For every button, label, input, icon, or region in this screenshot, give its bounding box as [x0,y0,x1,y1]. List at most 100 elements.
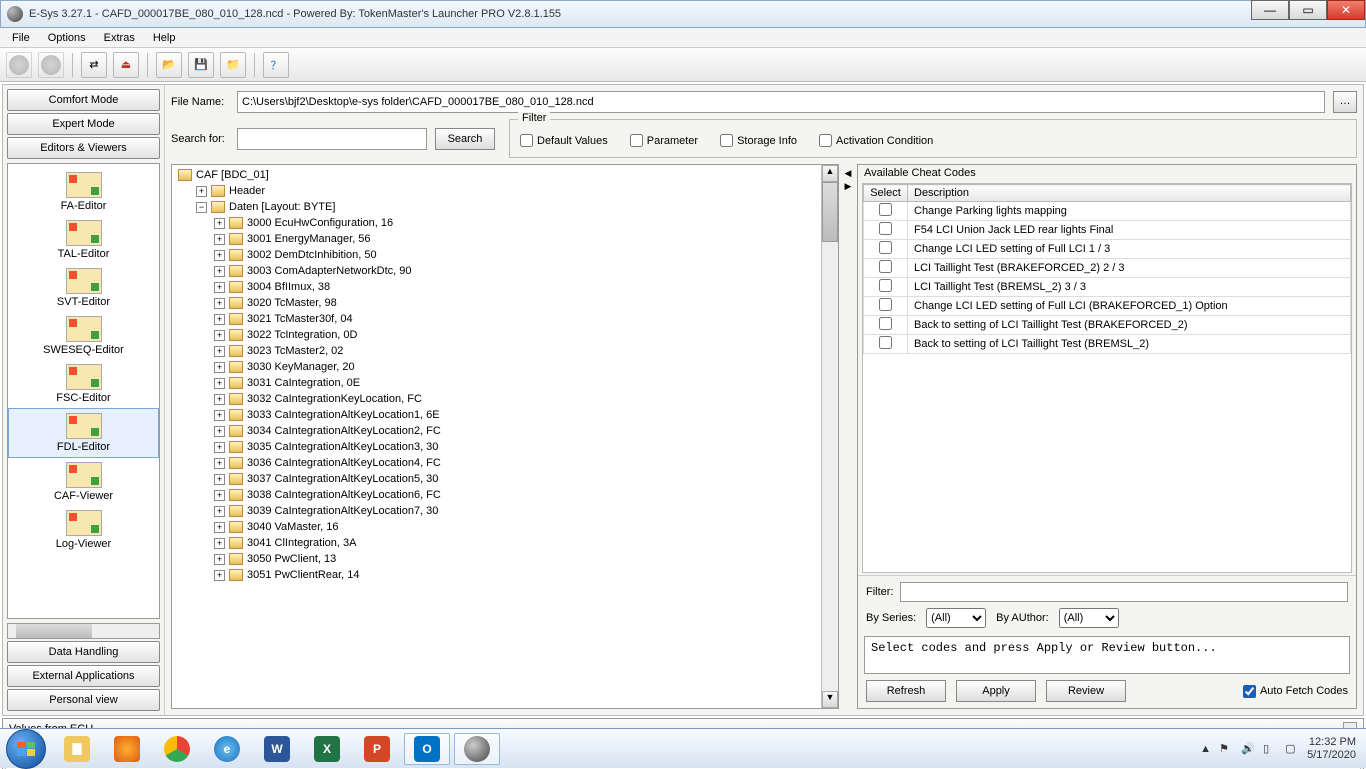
editor-item-fdl-editor[interactable]: FDL-Editor [8,408,159,458]
connect-button[interactable]: ⇄ [81,52,107,78]
review-button[interactable]: Review [1046,680,1126,702]
open-button[interactable]: 📂 [156,52,182,78]
expand-icon[interactable]: + [214,218,225,229]
expand-icon[interactable]: + [214,474,225,485]
start-button[interactable] [6,729,46,769]
expand-icon[interactable]: + [214,570,225,581]
expand-icon[interactable]: + [214,314,225,325]
expand-icon[interactable]: + [214,538,225,549]
editor-item-sweseq-editor[interactable]: SWESEQ-Editor [8,312,159,360]
expand-icon[interactable]: + [214,234,225,245]
expand-icon[interactable]: + [214,426,225,437]
cheat-row[interactable]: LCI Taillight Test (BREMSL_2) 3 / 3 [864,278,1351,297]
cheat-row[interactable]: F54 LCI Union Jack LED rear lights Final [864,221,1351,240]
tree-node[interactable]: +3037 CaIntegrationAltKeyLocation5, 30 [214,471,819,487]
tree-node[interactable]: +3033 CaIntegrationAltKeyLocation1, 6E [214,407,819,423]
tree-node[interactable]: +3020 TcMaster, 98 [214,295,819,311]
tree-node[interactable]: +3041 ClIntegration, 3A [214,535,819,551]
taskbar-excel[interactable]: X [304,733,350,765]
expand-icon[interactable]: + [214,506,225,517]
expert-mode-button[interactable]: Expert Mode [7,113,160,135]
search-input[interactable] [237,128,427,150]
editor-item-fa-editor[interactable]: FA-Editor [8,168,159,216]
filter-default[interactable]: Default Values [520,134,608,147]
tray-wifi-icon[interactable]: ▯ [1263,742,1277,756]
browse-button[interactable]: … [1333,91,1357,113]
personal-view-button[interactable]: Personal view [7,689,160,711]
expand-icon[interactable]: + [214,282,225,293]
cheat-checkbox[interactable] [879,317,892,330]
expand-icon[interactable]: + [214,250,225,261]
cheat-checkbox[interactable] [879,298,892,311]
cheat-row[interactable]: Change Parking lights mapping [864,202,1351,221]
tree-node[interactable]: +3034 CaIntegrationAltKeyLocation2, FC [214,423,819,439]
cheat-checkbox[interactable] [879,260,892,273]
taskbar-esys[interactable] [454,733,500,765]
open2-button[interactable]: 📁 [220,52,246,78]
expand-icon[interactable]: + [214,490,225,501]
taskbar-chrome[interactable] [154,733,200,765]
expand-icon[interactable]: + [214,298,225,309]
minimize-button[interactable]: — [1251,0,1289,20]
tree-node[interactable]: +3040 VaMaster, 16 [214,519,819,535]
nav-forward-button[interactable] [38,52,64,78]
maximize-button[interactable]: ▭ [1289,0,1327,20]
expand-icon[interactable]: + [214,346,225,357]
data-handling-button[interactable]: Data Handling [7,641,160,663]
auto-fetch-checkbox[interactable]: Auto Fetch Codes [1243,685,1348,698]
save-button[interactable]: 💾 [188,52,214,78]
cheat-checkbox[interactable] [879,336,892,349]
taskbar-outlook[interactable]: O [404,733,450,765]
tree-node[interactable]: +3051 PwClientRear, 14 [214,567,819,583]
external-apps-button[interactable]: External Applications [7,665,160,687]
cheat-row[interactable]: Change LCI LED setting of Full LCI 1 / 3 [864,240,1351,259]
filter-activation[interactable]: Activation Condition [819,134,933,147]
expand-icon[interactable]: + [214,554,225,565]
cheat-checkbox[interactable] [879,279,892,292]
editor-item-log-viewer[interactable]: Log-Viewer [8,506,159,554]
expand-icon[interactable]: + [214,394,225,405]
expand-icon[interactable]: + [214,458,225,469]
tree-node[interactable]: +3022 TcIntegration, 0D [214,327,819,343]
close-button[interactable]: ✕ [1327,0,1365,20]
expand-icon[interactable]: + [214,266,225,277]
search-button[interactable]: Search [435,128,495,150]
tree-node[interactable]: +3032 CaIntegrationKeyLocation, FC [214,391,819,407]
tree-scrollbar[interactable]: ▲ ▼ [821,165,838,708]
tree-node[interactable]: +3021 TcMaster30f, 04 [214,311,819,327]
cheat-row[interactable]: Back to setting of LCI Taillight Test (B… [864,335,1351,354]
editor-item-caf-viewer[interactable]: CAF-Viewer [8,458,159,506]
tree-node[interactable]: +3023 TcMaster2, 02 [214,343,819,359]
help-button[interactable]: ？ [263,52,289,78]
tree-node[interactable]: +3035 CaIntegrationAltKeyLocation3, 30 [214,439,819,455]
tray-chevron-icon[interactable]: ▲ [1200,743,1211,755]
menu-file[interactable]: File [4,30,38,46]
tree-node[interactable]: +3050 PwClient, 13 [214,551,819,567]
tree-node[interactable]: +3030 KeyManager, 20 [214,359,819,375]
taskbar-ie[interactable]: e [204,733,250,765]
splitter[interactable]: ◀▶ [843,164,853,709]
expand-icon[interactable]: + [214,330,225,341]
editor-item-tal-editor[interactable]: TAL-Editor [8,216,159,264]
filter-storage[interactable]: Storage Info [720,134,797,147]
tree-node[interactable]: +3001 EnergyManager, 56 [214,231,819,247]
expand-icon[interactable]: + [214,378,225,389]
apply-button[interactable]: Apply [956,680,1036,702]
cheat-checkbox[interactable] [879,203,892,216]
collapse-icon[interactable]: − [196,202,207,213]
tree-node[interactable]: +3000 EcuHwConfiguration, 16 [214,215,819,231]
cheat-row[interactable]: Change LCI LED setting of Full LCI (BRAK… [864,297,1351,316]
editor-item-svt-editor[interactable]: SVT-Editor [8,264,159,312]
by-series-select[interactable]: (All) [926,608,986,628]
editors-viewers-button[interactable]: Editors & Viewers [7,137,160,159]
tray-battery-icon[interactable]: ▢ [1285,742,1299,756]
filter-parameter[interactable]: Parameter [630,134,698,147]
menu-extras[interactable]: Extras [96,30,143,46]
tray-volume-icon[interactable]: 🔊 [1241,742,1255,756]
sidebar-scrollbar[interactable] [7,623,160,639]
tree-node[interactable]: +3038 CaIntegrationAltKeyLocation6, FC [214,487,819,503]
tree-header[interactable]: +Header [196,183,819,199]
cheat-checkbox[interactable] [879,222,892,235]
disconnect-button[interactable]: ⏏ [113,52,139,78]
by-author-select[interactable]: (All) [1059,608,1119,628]
